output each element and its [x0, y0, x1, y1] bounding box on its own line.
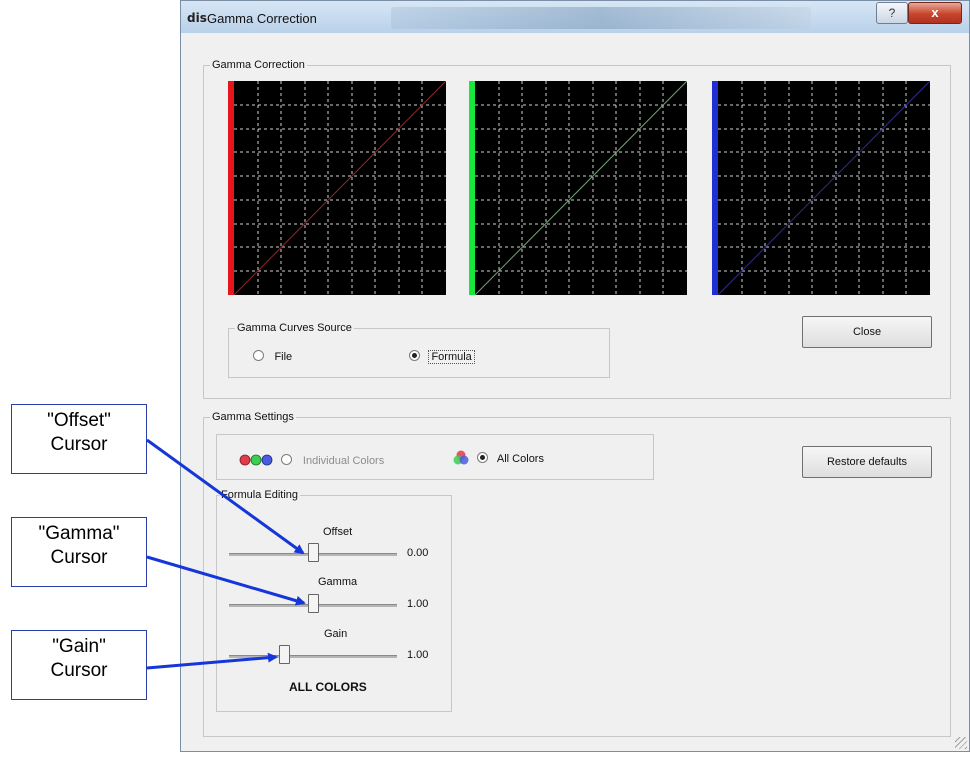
gamma-callout-line2: Cursor — [50, 547, 108, 568]
gain-callout-line2: Cursor — [50, 660, 108, 681]
formula-editing-group: Formula Editing Offset 0.00 Gamma 1.00 G… — [216, 488, 452, 712]
gamma-correction-group: Gamma Correction Gamma Curves Source Fil… — [203, 58, 951, 399]
red-channel-bar — [228, 81, 234, 295]
individual-colors-label: Individual Colors — [302, 455, 385, 467]
restore-defaults-label: Restore defaults — [826, 456, 908, 468]
gamma-cursor-callout: "Gamma" Cursor — [11, 517, 147, 587]
blue-gamma-plot — [712, 81, 930, 295]
formula-option[interactable]: Formula — [409, 347, 475, 365]
help-button[interactable]: ? — [876, 2, 908, 24]
rgb-circles-icon — [239, 454, 273, 466]
green-curve-chart — [469, 81, 687, 295]
window-title: Gamma Correction — [207, 11, 317, 26]
gain-slider-track[interactable] — [229, 655, 397, 658]
gain-slider-thumb[interactable] — [279, 645, 291, 664]
blue-curve-chart — [712, 81, 930, 295]
gamma-correction-window: dis Gamma Correction ? x Gamma Correctio… — [180, 0, 970, 752]
title-bar[interactable]: dis Gamma Correction ? x — [181, 1, 969, 33]
green-plot-bg — [469, 81, 687, 295]
gain-cursor-callout: "Gain" Cursor — [11, 630, 147, 700]
offset-cursor-callout: "Offset" Cursor — [11, 404, 147, 474]
gain-value: 1.00 — [407, 649, 429, 661]
formula-label: Formula — [428, 350, 475, 364]
offset-callout-line2: Cursor — [50, 434, 108, 455]
individual-colors-radio[interactable] — [281, 454, 293, 466]
curves-source-legend: Gamma Curves Source — [235, 321, 354, 335]
file-radio[interactable] — [253, 350, 264, 362]
red-plot-bg — [228, 81, 446, 295]
gain-callout-line1: "Gain" — [52, 636, 106, 657]
blue-plot-bg — [712, 81, 930, 295]
gamma-correction-legend: Gamma Correction — [210, 58, 307, 72]
all-colors-label: All Colors — [496, 453, 544, 465]
curves-source-group: Gamma Curves Source File Formula — [228, 321, 610, 378]
file-label: File — [274, 351, 293, 363]
red-gamma-plot — [228, 81, 446, 295]
restore-defaults-button[interactable]: Restore defaults — [802, 446, 932, 478]
green-channel-bar — [469, 81, 475, 295]
all-colors-mode-label: ALL COLORS — [289, 680, 367, 694]
gamma-value: 1.00 — [407, 598, 429, 610]
window-close-button[interactable]: x — [908, 2, 962, 24]
offset-label: Offset — [323, 526, 353, 538]
all-colors-radio[interactable] — [477, 452, 489, 464]
green-gamma-plot — [469, 81, 687, 295]
gamma-callout-line1: "Gamma" — [38, 523, 120, 544]
title-bar-background — [391, 7, 811, 29]
gamma-label: Gamma — [318, 576, 358, 588]
close-button[interactable]: Close — [802, 316, 932, 348]
resize-grip[interactable] — [955, 737, 967, 749]
app-icon: dis — [187, 11, 207, 25]
file-option[interactable]: File — [253, 347, 292, 365]
blue-channel-bar — [712, 81, 718, 295]
formula-radio[interactable] — [409, 350, 420, 362]
gamma-settings-group: Gamma Settings Individual Colors All Col… — [203, 410, 951, 737]
offset-callout-line1: "Offset" — [47, 410, 111, 431]
color-mode-group: Individual Colors All Colors — [216, 434, 654, 480]
gain-label: Gain — [324, 628, 348, 640]
all-colors-option[interactable]: All Colors — [453, 449, 544, 467]
close-button-label: Close — [852, 326, 882, 338]
rgb-overlap-icon — [453, 450, 469, 465]
formula-editing-legend: Formula Editing — [219, 488, 301, 502]
gamma-slider-thumb[interactable] — [308, 594, 319, 613]
gamma-settings-legend: Gamma Settings — [210, 410, 296, 424]
red-curve-chart — [228, 81, 446, 295]
offset-slider-thumb[interactable] — [308, 543, 319, 562]
offset-value: 0.00 — [407, 547, 429, 559]
individual-colors-option[interactable]: Individual Colors — [239, 451, 384, 469]
